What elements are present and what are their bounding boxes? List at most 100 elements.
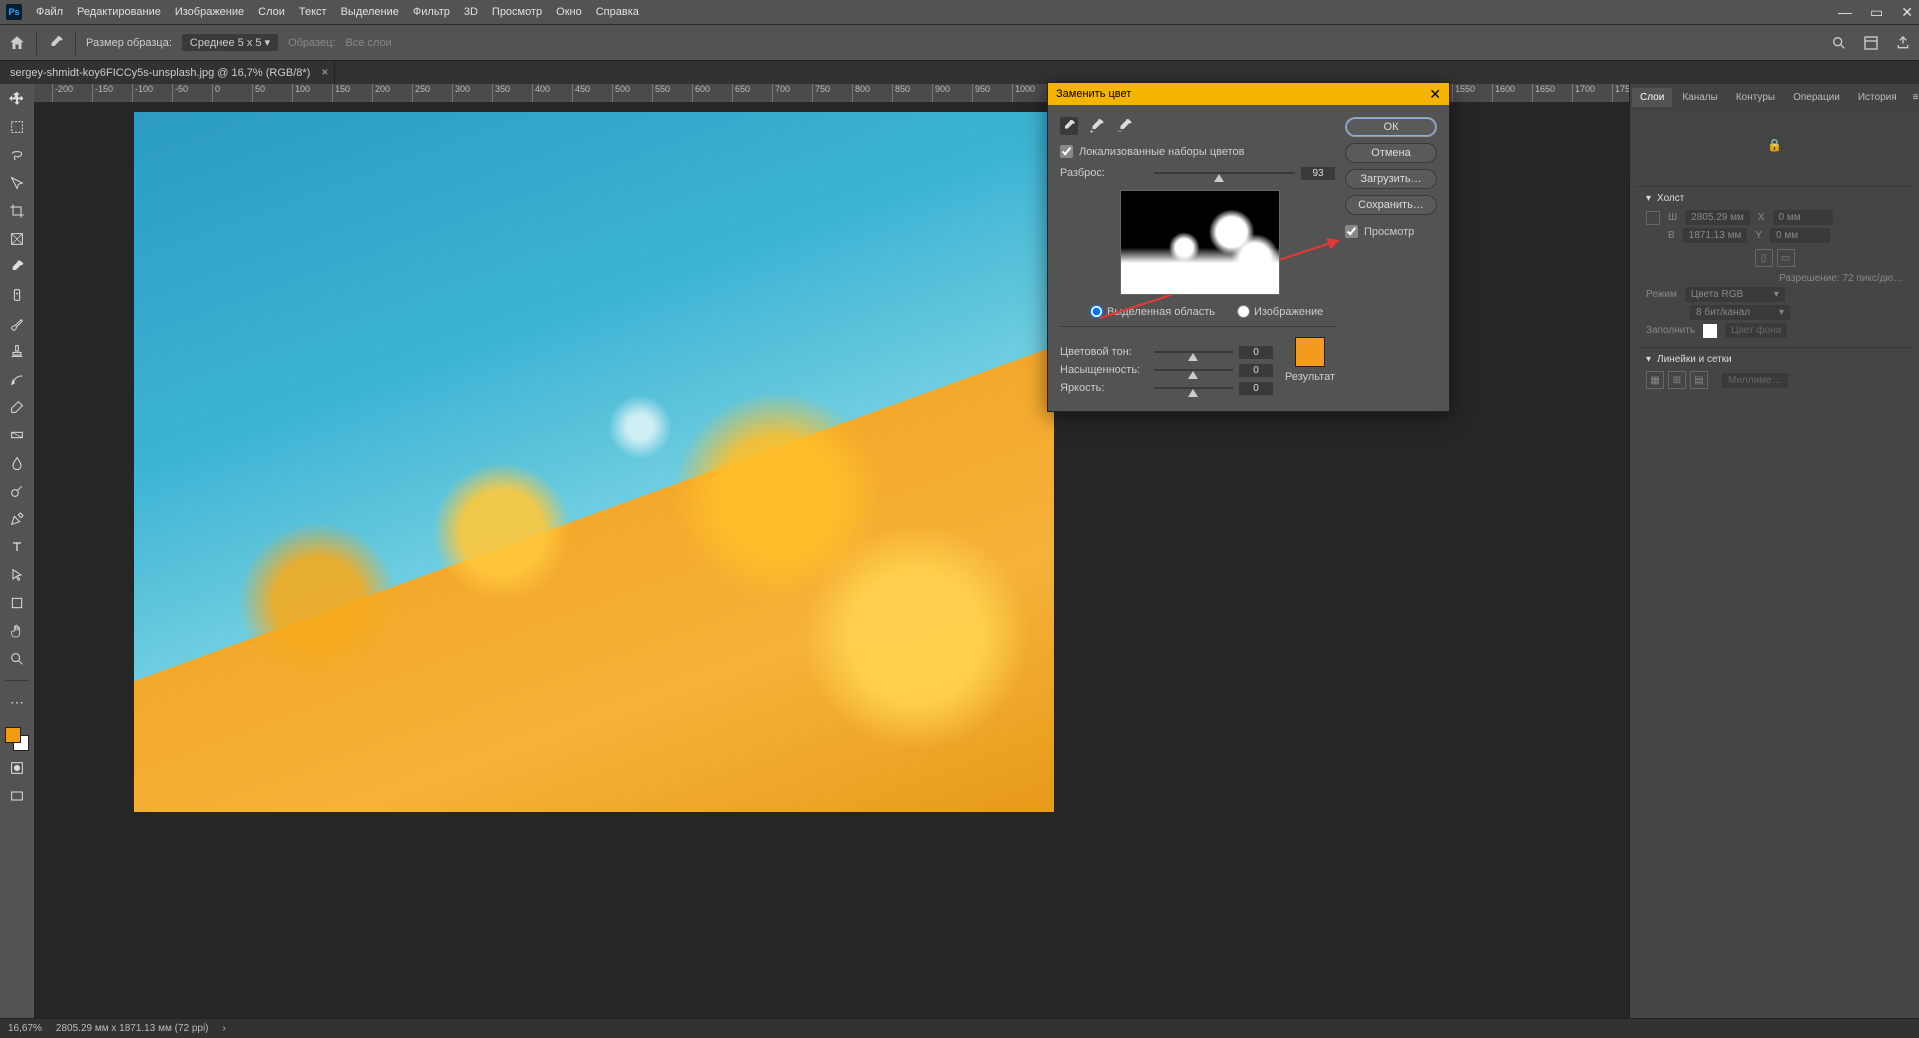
tab-channels[interactable]: Каналы — [1674, 88, 1726, 107]
mask-mode-icon[interactable] — [6, 757, 28, 779]
width-field[interactable]: 2805.29 мм — [1685, 210, 1750, 225]
menu-image[interactable]: Изображение — [175, 6, 244, 18]
menu-3d[interactable]: 3D — [464, 6, 478, 18]
edit-toolbar-icon[interactable]: ⋯ — [6, 691, 28, 713]
bit-depth-dropdown[interactable]: 8 бит/канал▾ — [1690, 305, 1790, 320]
type-tool[interactable] — [6, 536, 28, 558]
eyedropper-tool[interactable] — [6, 256, 28, 278]
menu-edit[interactable]: Редактирование — [77, 6, 161, 18]
status-chevron-icon[interactable]: › — [223, 1023, 226, 1034]
tab-actions[interactable]: Операции — [1785, 88, 1848, 107]
menu-filter[interactable]: Фильтр — [413, 6, 450, 18]
chevron-down-icon[interactable]: ▾ — [1646, 354, 1651, 365]
eraser-tool[interactable] — [6, 396, 28, 418]
load-button[interactable]: Загрузить… — [1345, 169, 1437, 189]
frame-tool[interactable] — [6, 228, 28, 250]
healing-tool[interactable] — [6, 284, 28, 306]
link-icon[interactable] — [1646, 211, 1660, 225]
lightness-value[interactable]: 0 — [1239, 382, 1273, 395]
document-canvas[interactable] — [134, 112, 1054, 812]
maximize-icon[interactable]: ▭ — [1870, 4, 1883, 21]
eyedropper-icon[interactable] — [47, 34, 65, 52]
divider — [5, 680, 29, 681]
document-tab[interactable]: sergey-shmidt-koy6FICCy5s-unsplash.jpg @… — [0, 61, 335, 84]
close-icon[interactable]: ✕ — [1901, 4, 1913, 21]
pen-tool[interactable] — [6, 508, 28, 530]
zoom-level[interactable]: 16,67% — [8, 1023, 42, 1034]
orientation-landscape-icon[interactable]: ▭ — [1777, 249, 1795, 267]
stamp-tool[interactable] — [6, 340, 28, 362]
blur-tool[interactable] — [6, 452, 28, 474]
eyedropper-plus-icon[interactable]: + — [1088, 117, 1106, 135]
home-icon[interactable] — [8, 34, 26, 52]
lightness-slider[interactable] — [1154, 381, 1233, 395]
fuzziness-slider[interactable] — [1154, 166, 1295, 180]
search-icon[interactable] — [1831, 35, 1847, 51]
ok-button[interactable]: ОК — [1345, 117, 1437, 137]
tab-paths[interactable]: Контуры — [1728, 88, 1783, 107]
fuzziness-value[interactable]: 93 — [1301, 167, 1335, 180]
orientation-portrait-icon[interactable]: ▯ — [1755, 249, 1773, 267]
menu-help[interactable]: Справка — [596, 6, 639, 18]
menu-window[interactable]: Окно — [556, 6, 582, 18]
hue-slider[interactable] — [1154, 345, 1233, 359]
zoom-tool[interactable] — [6, 648, 28, 670]
saturation-value[interactable]: 0 — [1239, 364, 1273, 377]
color-swatches[interactable] — [5, 727, 29, 751]
menu-view[interactable]: Просмотр — [492, 6, 542, 18]
quick-select-tool[interactable] — [6, 172, 28, 194]
eyedropper-icon[interactable] — [1060, 117, 1078, 135]
menu-layers[interactable]: Слои — [258, 6, 285, 18]
color-mode-dropdown[interactable]: Цвета RGB▾ — [1685, 287, 1785, 302]
dodge-tool[interactable] — [6, 480, 28, 502]
saturation-slider[interactable] — [1154, 363, 1233, 377]
hue-value[interactable]: 0 — [1239, 346, 1273, 359]
selection-preview[interactable] — [1120, 190, 1280, 295]
save-button[interactable]: Сохранить… — [1345, 195, 1437, 215]
y-field[interactable]: 0 мм — [1770, 228, 1830, 243]
units-dropdown[interactable]: Миллиме… — [1722, 373, 1788, 388]
ruler-icon[interactable]: ▦ — [1646, 371, 1664, 389]
result-color-swatch[interactable] — [1295, 337, 1325, 367]
guides-icon[interactable]: ▤ — [1690, 371, 1708, 389]
menu-select[interactable]: Выделение — [341, 6, 399, 18]
gradient-tool[interactable] — [6, 424, 28, 446]
foreground-swatch[interactable] — [5, 727, 21, 743]
workspace-icon[interactable] — [1863, 35, 1879, 51]
window-controls: — ▭ ✕ — [1838, 4, 1913, 21]
brush-size-dropdown[interactable]: Среднее 5 x 5 ▾ — [182, 34, 278, 51]
screen-mode-icon[interactable] — [6, 785, 28, 807]
preview-checkbox-row[interactable]: Просмотр — [1345, 225, 1437, 238]
dialog-titlebar[interactable]: Заменить цвет ✕ — [1048, 83, 1449, 105]
height-field[interactable]: 1871.13 мм — [1683, 228, 1748, 243]
minimize-icon[interactable]: — — [1838, 4, 1852, 21]
x-field[interactable]: 0 мм — [1773, 210, 1833, 225]
menu-file[interactable]: Файл — [36, 6, 63, 18]
move-tool[interactable] — [6, 88, 28, 110]
cancel-button[interactable]: Отмена — [1345, 143, 1437, 163]
tab-layers[interactable]: Слои — [1632, 88, 1672, 107]
eyedropper-minus-icon[interactable]: − — [1116, 117, 1134, 135]
tab-history[interactable]: История — [1850, 88, 1905, 107]
panel-menu-icon[interactable]: ≡ — [1907, 88, 1919, 107]
fill-swatch[interactable] — [1703, 324, 1717, 338]
radio-image[interactable]: Изображение — [1237, 305, 1323, 318]
path-select-tool[interactable] — [6, 564, 28, 586]
chevron-down-icon[interactable]: ▾ — [1646, 193, 1651, 204]
menu-text[interactable]: Текст — [299, 6, 327, 18]
lasso-tool[interactable] — [6, 144, 28, 166]
preview-checkbox[interactable] — [1345, 225, 1358, 238]
marquee-tool[interactable] — [6, 116, 28, 138]
grid-icon[interactable]: ⊞ — [1668, 371, 1686, 389]
localized-checkbox[interactable] — [1060, 145, 1073, 158]
share-icon[interactable] — [1895, 35, 1911, 51]
fill-dropdown[interactable]: Цвет фона — [1725, 323, 1787, 338]
brush-tool[interactable] — [6, 312, 28, 334]
hand-tool[interactable] — [6, 620, 28, 642]
tab-close-icon[interactable]: × — [321, 65, 328, 79]
radio-selection[interactable]: Выделенная область — [1090, 305, 1215, 318]
dialog-close-icon[interactable]: ✕ — [1429, 86, 1441, 103]
shape-tool[interactable] — [6, 592, 28, 614]
crop-tool[interactable] — [6, 200, 28, 222]
history-brush-tool[interactable] — [6, 368, 28, 390]
